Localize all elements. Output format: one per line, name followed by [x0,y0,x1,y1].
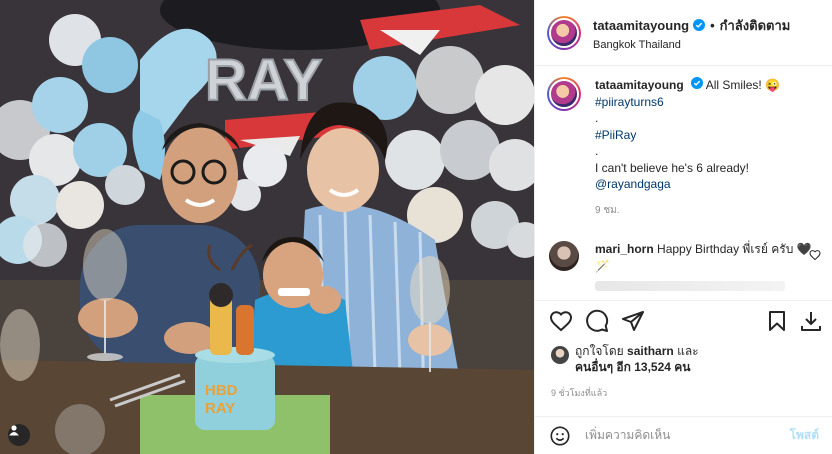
comment-bubble-icon[interactable] [585,309,609,333]
download-icon[interactable] [799,309,823,333]
likes-others-count[interactable]: คนอื่นๆ อีก 13,524 คน [575,360,691,374]
post-photo[interactable]: RAY HBD RAY [0,0,534,454]
emoji-icon[interactable] [549,425,571,447]
add-comment-input[interactable]: เพิ่มความคิดเห็น [585,426,790,445]
next-comment-faded [595,281,785,291]
like-heart-icon[interactable] [549,309,573,333]
ray-foil-balloon: RAY [204,47,323,114]
verified-badge-icon [693,19,706,31]
caption-time: 9 ชม. [595,204,620,216]
user-icon [9,425,19,436]
following-button[interactable]: กำลังติดตาม [720,15,791,36]
tagged-users-button[interactable] [8,424,30,446]
add-comment-bar: เพิ่มความคิดเห็น โพสต์ [535,416,832,454]
author-avatar[interactable] [547,15,581,50]
post-side-panel: tataamitayoung • กำลังติดตาม Bangkok Tha… [534,0,832,454]
verified-badge-icon [691,77,704,89]
comments-section[interactable]: tataamitayoung All Smiles! 😜 #piirayturn… [535,67,832,300]
likes-summary[interactable]: ถูกใจโดย saitharn และ คนอื่นๆ อีก 13,524… [551,343,699,375]
hashtag-piirayturns6[interactable]: #piirayturns6 [595,94,780,111]
caption-dot-2: . [595,144,599,158]
share-paper-plane-icon[interactable] [621,309,645,333]
post-header: tataamitayoung • กำลังติดตาม Bangkok Tha… [535,0,832,66]
post-comment-button[interactable]: โพสต์ [790,426,819,445]
like-comment-heart-icon[interactable] [809,249,821,261]
post-caption: tataamitayoung All Smiles! 😜 #piirayturn… [547,77,821,219]
mention-rayandgaga[interactable]: @rayandgaga [595,176,780,193]
hashtag-piiray[interactable]: #PiiRay [595,127,780,144]
caption-avatar[interactable] [547,77,581,111]
liker-avatar [551,346,569,364]
cake-text-line1: HBD [205,382,238,399]
caption-dot-1: . [595,111,599,125]
save-bookmark-icon[interactable] [765,309,789,333]
commenter-avatar[interactable] [549,241,579,271]
commenter-username[interactable]: mari_horn [595,242,654,256]
action-bar [535,300,832,340]
header-separator: • [710,17,715,33]
liker-username[interactable]: saitharn [627,344,674,358]
likes-and: และ [677,344,699,358]
caption-line: I can't believe he's 6 already! [595,160,750,175]
post-location[interactable]: Bangkok Thailand [593,39,790,51]
caption-username[interactable]: tataamitayoung [595,78,684,92]
cake-text-line2: RAY [205,400,235,417]
party-photo-illustration: RAY HBD RAY [0,0,534,454]
comment-item: mari_horn Happy Birthday พี่เรย์ ครับ 🖤🪄 [547,241,821,275]
post-timestamp[interactable]: 9 ชั่วโมงที่แล้ว [551,386,607,400]
likes-prefix: ถูกใจโดย [575,344,624,358]
caption-text: All Smiles! 😜 [705,78,780,92]
balloon-text: RAY [205,48,322,113]
author-username[interactable]: tataamitayoung [593,18,689,33]
